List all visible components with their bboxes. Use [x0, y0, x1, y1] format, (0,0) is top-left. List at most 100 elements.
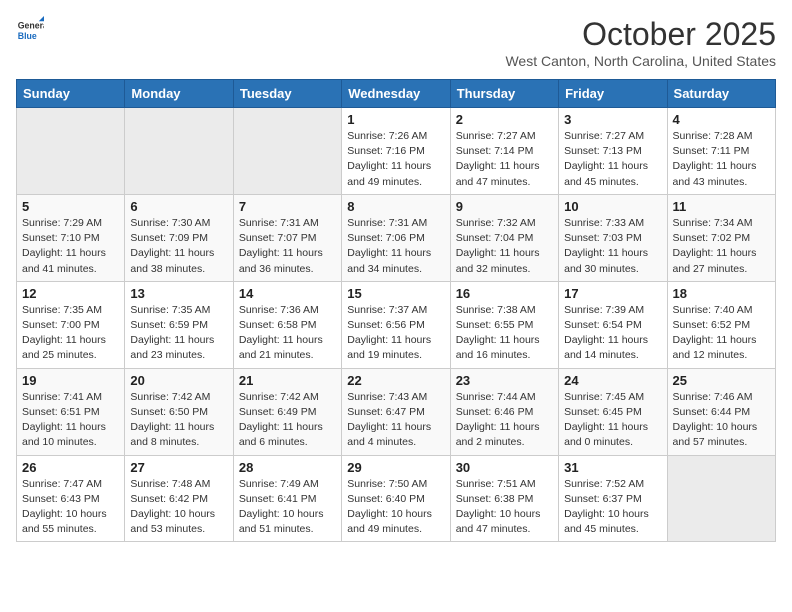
day-info: Sunrise: 7:43 AMSunset: 6:47 PMDaylight:…	[347, 390, 444, 451]
calendar-cell: 27 Sunrise: 7:48 AMSunset: 6:42 PMDayligh…	[125, 455, 233, 542]
calendar-cell: 15Sunrise: 7:37 AMSunset: 6:56 PMDayligh…	[342, 281, 450, 368]
day-number: 25	[673, 373, 770, 388]
day-info: Sunrise: 7:49 AMSunset: 6:41 PMDaylight:…	[239, 477, 336, 538]
day-number: 4	[673, 112, 770, 127]
day-number: 10	[564, 199, 661, 214]
calendar-cell: 28Sunrise: 7:49 AMSunset: 6:41 PMDayligh…	[233, 455, 341, 542]
page-header: General Blue October 2025 West Canton, N…	[16, 16, 776, 69]
weekday-header-row: SundayMondayTuesdayWednesdayThursdayFrid…	[17, 80, 776, 108]
calendar-row-1: 5 Sunrise: 7:29 AMSunset: 7:10 PMDaylight…	[17, 194, 776, 281]
calendar-cell	[17, 108, 125, 195]
day-number: 23	[456, 373, 553, 388]
calendar-cell: 25Sunrise: 7:46 AMSunset: 6:44 PMDayligh…	[667, 368, 775, 455]
weekday-header-sunday: Sunday	[17, 80, 125, 108]
calendar-cell: 12 Sunrise: 7:35 AMSunset: 7:00 PMDayligh…	[17, 281, 125, 368]
day-info: Sunrise: 7:35 AMSunset: 7:00 PMDaylight:…	[22, 303, 119, 364]
day-number: 2	[456, 112, 553, 127]
weekday-header-monday: Monday	[125, 80, 233, 108]
calendar-cell	[667, 455, 775, 542]
weekday-header-wednesday: Wednesday	[342, 80, 450, 108]
day-number: 27	[130, 460, 227, 475]
day-info: Sunrise: 7:37 AMSunset: 6:56 PMDaylight:…	[347, 303, 444, 364]
day-info: Sunrise: 7:31 AMSunset: 7:07 PMDaylight:…	[239, 216, 336, 277]
day-info: Sunrise: 7:32 AMSunset: 7:04 PMDaylight:…	[456, 216, 553, 277]
day-number: 7	[239, 199, 336, 214]
logo: General Blue	[16, 16, 44, 44]
calendar-cell: 26Sunrise: 7:47 AMSunset: 6:43 PMDayligh…	[17, 455, 125, 542]
calendar-table: SundayMondayTuesdayWednesdayThursdayFrid…	[16, 79, 776, 542]
day-info: Sunrise: 7:27 AMSunset: 7:13 PMDaylight:…	[564, 129, 661, 190]
calendar-cell: 2 Sunrise: 7:27 AMSunset: 7:14 PMDaylight…	[450, 108, 558, 195]
day-number: 17	[564, 286, 661, 301]
calendar-row-4: 26Sunrise: 7:47 AMSunset: 6:43 PMDayligh…	[17, 455, 776, 542]
calendar-cell: 22 Sunrise: 7:43 AMSunset: 6:47 PMDayligh…	[342, 368, 450, 455]
day-number: 1	[347, 112, 444, 127]
day-number: 30	[456, 460, 553, 475]
day-info: Sunrise: 7:30 AMSunset: 7:09 PMDaylight:…	[130, 216, 227, 277]
calendar-cell: 20 Sunrise: 7:42 AMSunset: 6:50 PMDayligh…	[125, 368, 233, 455]
day-info: Sunrise: 7:29 AMSunset: 7:10 PMDaylight:…	[22, 216, 119, 277]
day-number: 19	[22, 373, 119, 388]
day-number: 24	[564, 373, 661, 388]
calendar-cell: 18 Sunrise: 7:40 AMSunset: 6:52 PMDayligh…	[667, 281, 775, 368]
day-info: Sunrise: 7:48 AMSunset: 6:42 PMDaylight:…	[130, 477, 227, 538]
day-number: 20	[130, 373, 227, 388]
weekday-header-friday: Friday	[559, 80, 667, 108]
calendar-cell	[125, 108, 233, 195]
calendar-cell: 16Sunrise: 7:38 AMSunset: 6:55 PMDayligh…	[450, 281, 558, 368]
day-info: Sunrise: 7:44 AMSunset: 6:46 PMDaylight:…	[456, 390, 553, 451]
calendar-cell: 3 Sunrise: 7:27 AMSunset: 7:13 PMDaylight…	[559, 108, 667, 195]
calendar-row-2: 12 Sunrise: 7:35 AMSunset: 7:00 PMDayligh…	[17, 281, 776, 368]
day-number: 3	[564, 112, 661, 127]
day-number: 9	[456, 199, 553, 214]
day-number: 13	[130, 286, 227, 301]
calendar-cell: 9 Sunrise: 7:32 AMSunset: 7:04 PMDaylight…	[450, 194, 558, 281]
day-info: Sunrise: 7:27 AMSunset: 7:14 PMDaylight:…	[456, 129, 553, 190]
day-info: Sunrise: 7:31 AMSunset: 7:06 PMDaylight:…	[347, 216, 444, 277]
day-info: Sunrise: 7:34 AMSunset: 7:02 PMDaylight:…	[673, 216, 770, 277]
svg-text:Blue: Blue	[18, 31, 37, 41]
day-info: Sunrise: 7:42 AMSunset: 6:50 PMDaylight:…	[130, 390, 227, 451]
day-info: Sunrise: 7:42 AMSunset: 6:49 PMDaylight:…	[239, 390, 336, 451]
day-number: 22	[347, 373, 444, 388]
day-number: 21	[239, 373, 336, 388]
svg-text:General: General	[18, 20, 44, 30]
day-info: Sunrise: 7:36 AMSunset: 6:58 PMDaylight:…	[239, 303, 336, 364]
weekday-header-saturday: Saturday	[667, 80, 775, 108]
day-info: Sunrise: 7:33 AMSunset: 7:03 PMDaylight:…	[564, 216, 661, 277]
day-info: Sunrise: 7:39 AMSunset: 6:54 PMDaylight:…	[564, 303, 661, 364]
day-number: 6	[130, 199, 227, 214]
calendar-cell: 10 Sunrise: 7:33 AMSunset: 7:03 PMDayligh…	[559, 194, 667, 281]
day-info: Sunrise: 7:40 AMSunset: 6:52 PMDaylight:…	[673, 303, 770, 364]
day-number: 31	[564, 460, 661, 475]
day-info: Sunrise: 7:26 AMSunset: 7:16 PMDaylight:…	[347, 129, 444, 190]
day-info: Sunrise: 7:45 AMSunset: 6:45 PMDaylight:…	[564, 390, 661, 451]
calendar-cell: 8 Sunrise: 7:31 AMSunset: 7:06 PMDaylight…	[342, 194, 450, 281]
calendar-row-0: 1 Sunrise: 7:26 AMSunset: 7:16 PMDaylight…	[17, 108, 776, 195]
calendar-cell: 24 Sunrise: 7:45 AMSunset: 6:45 PMDayligh…	[559, 368, 667, 455]
day-info: Sunrise: 7:47 AMSunset: 6:43 PMDaylight:…	[22, 477, 119, 538]
day-number: 29	[347, 460, 444, 475]
day-number: 18	[673, 286, 770, 301]
day-number: 8	[347, 199, 444, 214]
calendar-cell: 19 Sunrise: 7:41 AMSunset: 6:51 PMDayligh…	[17, 368, 125, 455]
calendar-cell: 7 Sunrise: 7:31 AMSunset: 7:07 PMDaylight…	[233, 194, 341, 281]
day-info: Sunrise: 7:51 AMSunset: 6:38 PMDaylight:…	[456, 477, 553, 538]
day-info: Sunrise: 7:50 AMSunset: 6:40 PMDaylight:…	[347, 477, 444, 538]
day-number: 5	[22, 199, 119, 214]
calendar-cell: 4 Sunrise: 7:28 AMSunset: 7:11 PMDaylight…	[667, 108, 775, 195]
calendar-cell: 5 Sunrise: 7:29 AMSunset: 7:10 PMDaylight…	[17, 194, 125, 281]
weekday-header-thursday: Thursday	[450, 80, 558, 108]
day-number: 12	[22, 286, 119, 301]
day-info: Sunrise: 7:41 AMSunset: 6:51 PMDaylight:…	[22, 390, 119, 451]
calendar-cell: 23 Sunrise: 7:44 AMSunset: 6:46 PMDayligh…	[450, 368, 558, 455]
calendar-cell: 29 Sunrise: 7:50 AMSunset: 6:40 PMDayligh…	[342, 455, 450, 542]
calendar-cell: 14Sunrise: 7:36 AMSunset: 6:58 PMDayligh…	[233, 281, 341, 368]
calendar-cell: 11Sunrise: 7:34 AMSunset: 7:02 PMDayligh…	[667, 194, 775, 281]
day-info: Sunrise: 7:28 AMSunset: 7:11 PMDaylight:…	[673, 129, 770, 190]
weekday-header-tuesday: Tuesday	[233, 80, 341, 108]
calendar-row-3: 19 Sunrise: 7:41 AMSunset: 6:51 PMDayligh…	[17, 368, 776, 455]
calendar-cell	[233, 108, 341, 195]
logo-icon: General Blue	[16, 16, 44, 44]
day-info: Sunrise: 7:52 AMSunset: 6:37 PMDaylight:…	[564, 477, 661, 538]
